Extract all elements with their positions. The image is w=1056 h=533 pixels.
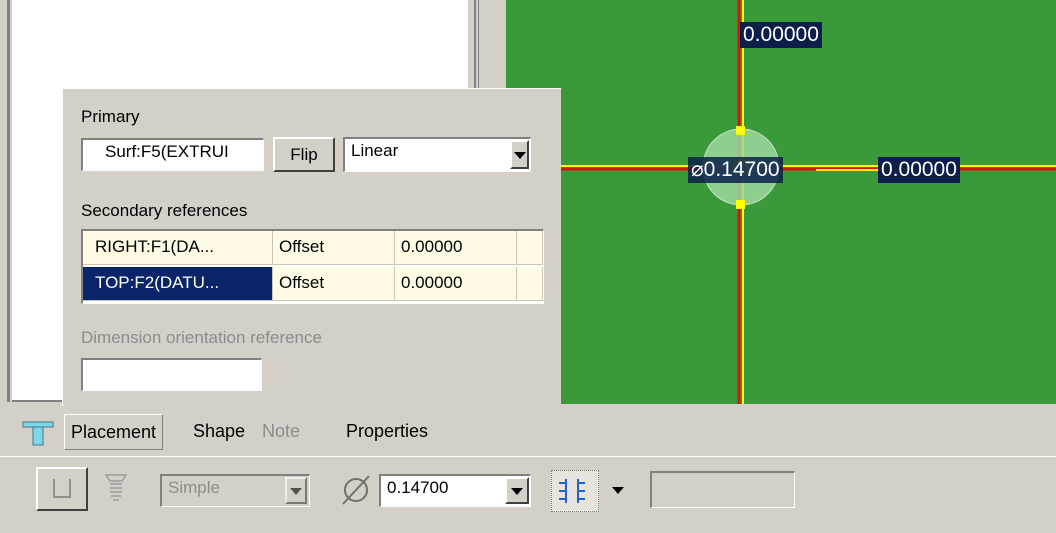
placement-type-dropdown-icon[interactable] bbox=[510, 140, 529, 169]
blind-depth-icon bbox=[559, 479, 585, 503]
straight-hole-button[interactable] bbox=[36, 467, 88, 511]
dim-right-label[interactable]: 0.00000 bbox=[878, 157, 960, 183]
hole-type-dropdown-icon[interactable] bbox=[285, 477, 307, 504]
table-row[interactable]: TOP:F2(DATU... Offset 0.00000 bbox=[83, 267, 543, 301]
drag-handle-top bbox=[736, 126, 745, 135]
dim-top-label[interactable]: 0.00000 bbox=[740, 22, 822, 48]
placement-panel: Primary Surf:F5(EXTRUI Flip Linear Secon… bbox=[62, 88, 561, 407]
depth-option-button[interactable] bbox=[551, 470, 599, 512]
standard-hole-icon[interactable] bbox=[103, 472, 129, 504]
flip-button[interactable]: Flip bbox=[273, 137, 335, 172]
secondary-references-label: Secondary references bbox=[81, 201, 248, 220]
dim-diameter-label[interactable]: ⌀0.14700 bbox=[688, 157, 783, 183]
tab-shape[interactable]: Shape bbox=[193, 414, 245, 448]
dimension-orientation-label: Dimension orientation reference bbox=[81, 328, 322, 347]
panel-border bbox=[7, 0, 10, 402]
primary-reference-field[interactable]: Surf:F5(EXTRUI bbox=[81, 138, 264, 171]
ref-cell[interactable]: RIGHT:F1(DA... bbox=[83, 231, 273, 265]
graphics-canvas[interactable]: 0.00000 0.00000 ⌀0.14700 bbox=[506, 0, 1056, 404]
tab-note[interactable]: Note bbox=[262, 414, 300, 448]
depth-option-dropdown-icon[interactable] bbox=[612, 487, 624, 494]
hole-dashboard-toolbar: Simple 0.14700 bbox=[0, 456, 1056, 523]
primary-label: Primary bbox=[81, 107, 140, 126]
ref-cell[interactable]: TOP:F2(DATU... bbox=[83, 267, 273, 301]
type-cell[interactable]: Offset bbox=[273, 267, 395, 301]
tab-properties[interactable]: Properties bbox=[346, 414, 428, 448]
hole-feature-icon bbox=[22, 421, 54, 446]
empty-cell bbox=[517, 231, 543, 265]
diameter-dropdown-icon[interactable] bbox=[505, 477, 529, 504]
dimension-orientation-field[interactable] bbox=[81, 358, 262, 391]
drag-handle-bottom bbox=[736, 200, 745, 209]
dashboard-tabs: Placement Shape Note Properties bbox=[0, 406, 1056, 456]
empty-cell bbox=[517, 267, 543, 301]
secondary-references-table: RIGHT:F1(DA... Offset 0.00000 TOP:F2(DAT… bbox=[81, 229, 544, 304]
placement-type-select[interactable]: Linear bbox=[343, 137, 531, 172]
straight-hole-icon bbox=[53, 479, 71, 498]
diameter-icon bbox=[342, 475, 370, 505]
value-cell[interactable]: 0.00000 bbox=[395, 267, 517, 301]
type-cell[interactable]: Offset bbox=[273, 231, 395, 265]
sketch-geometry bbox=[506, 0, 1056, 404]
value-cell[interactable]: 0.00000 bbox=[395, 231, 517, 265]
table-row[interactable]: RIGHT:F1(DA... Offset 0.00000 bbox=[83, 231, 543, 265]
depth-value-field[interactable] bbox=[650, 471, 795, 508]
tab-placement[interactable]: Placement bbox=[64, 414, 164, 450]
